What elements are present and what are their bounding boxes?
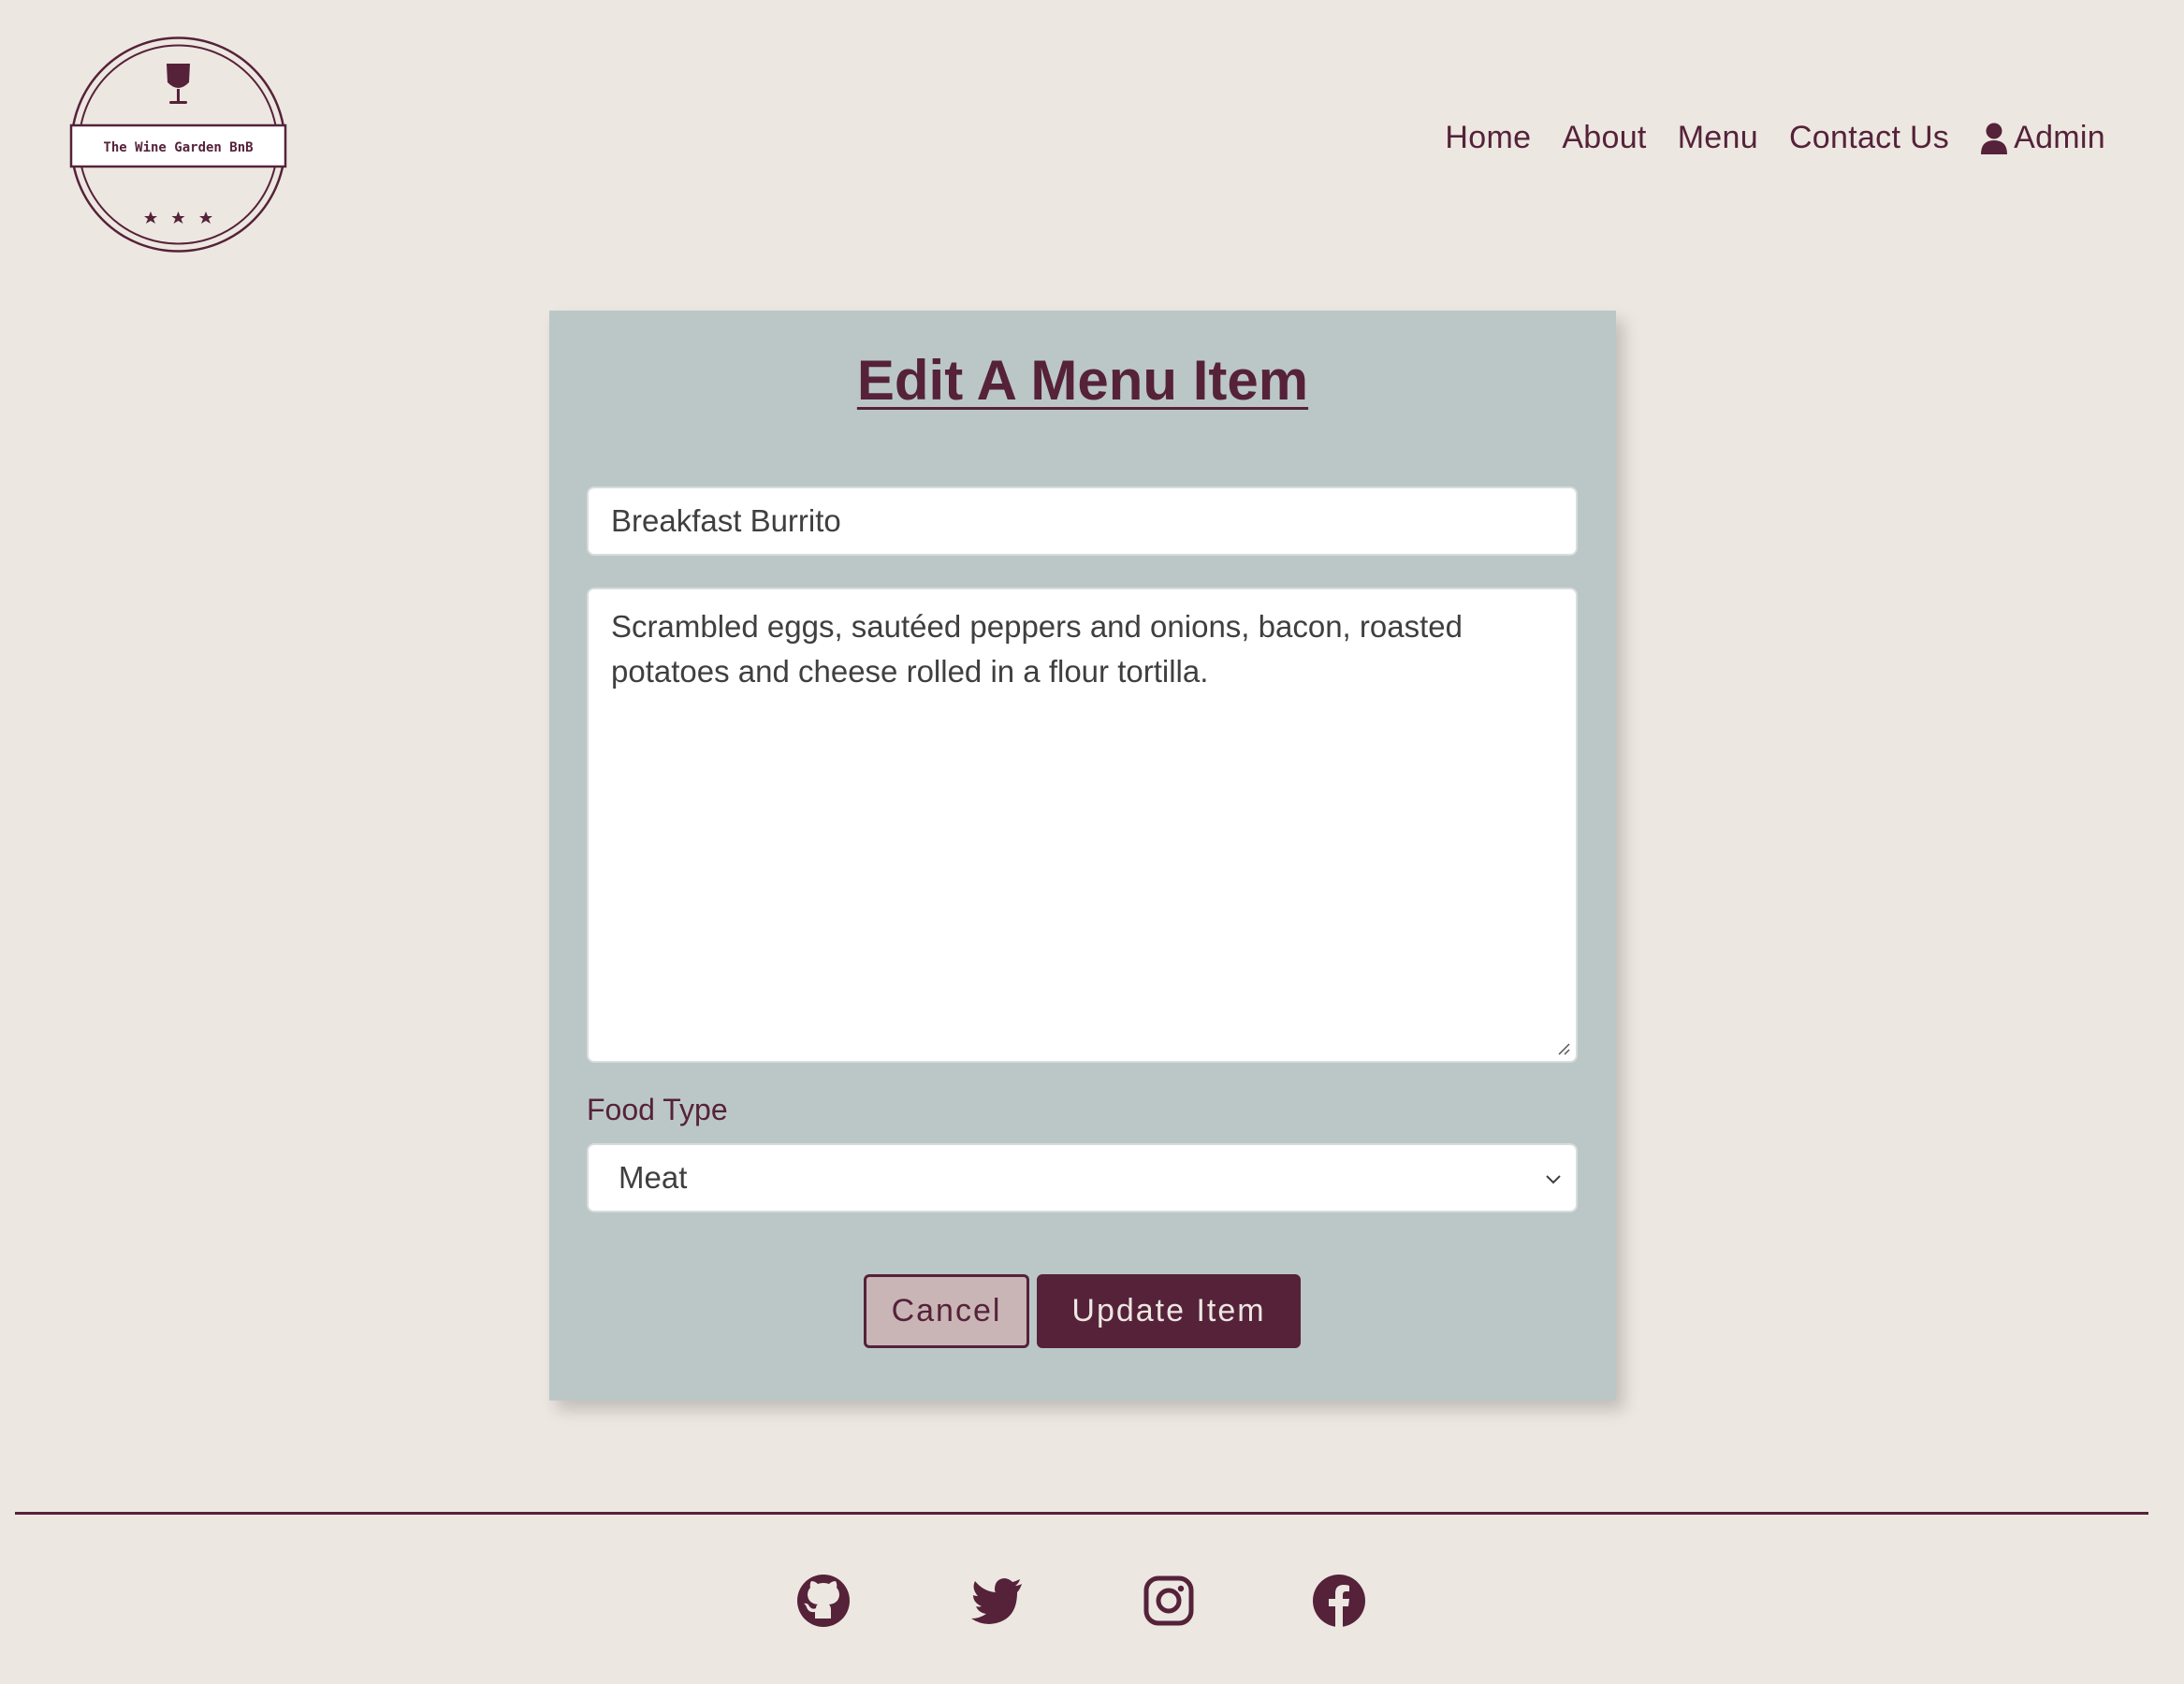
- logo-text: The Wine Garden BnB: [103, 140, 253, 155]
- main-nav: Home About Menu Contact Us Admin: [1445, 120, 2105, 156]
- item-description-text: Scrambled eggs, sautéed peppers and onio…: [611, 609, 1463, 689]
- logo-badge: The Wine Garden BnB: [69, 36, 287, 253]
- page: The Wine Garden BnB Home About Menu Cont…: [0, 0, 2184, 1684]
- stars-icon: [144, 211, 212, 224]
- item-description-textarea[interactable]: Scrambled eggs, sautéed peppers and onio…: [587, 588, 1578, 1063]
- chevron-down-icon: [1546, 1175, 1561, 1184]
- item-name-input[interactable]: Breakfast Burrito: [587, 486, 1578, 556]
- nav-home[interactable]: Home: [1445, 120, 1531, 156]
- food-type-label: Food Type: [587, 1093, 728, 1126]
- twitter-icon: [971, 1578, 1022, 1624]
- facebook-icon: [1313, 1575, 1365, 1627]
- nav-menu[interactable]: Menu: [1678, 120, 1758, 156]
- twitter-link[interactable]: [969, 1574, 1024, 1628]
- nav-contact-us[interactable]: Contact Us: [1789, 120, 1949, 156]
- github-icon: [797, 1575, 850, 1627]
- instagram-icon: [1143, 1575, 1194, 1626]
- edit-menu-item-card: Edit A Menu Item Breakfast Burrito Scram…: [549, 311, 1616, 1401]
- food-type-selected-value: Meat: [619, 1160, 688, 1195]
- nav-admin[interactable]: Admin: [1980, 120, 2105, 156]
- cancel-button[interactable]: Cancel: [864, 1274, 1029, 1348]
- nav-about[interactable]: About: [1562, 120, 1646, 156]
- site-logo[interactable]: The Wine Garden BnB: [69, 36, 287, 254]
- footer-divider: [15, 1512, 2148, 1515]
- user-icon: [1981, 123, 2008, 154]
- food-type-select[interactable]: Meat: [587, 1143, 1578, 1212]
- instagram-link[interactable]: [1142, 1574, 1196, 1628]
- facebook-link[interactable]: [1312, 1574, 1366, 1628]
- page-title: Edit A Menu Item: [856, 349, 1309, 412]
- github-link[interactable]: [796, 1574, 851, 1628]
- resize-grip-icon[interactable]: [1555, 1040, 1570, 1055]
- update-item-button[interactable]: Update Item: [1037, 1274, 1301, 1348]
- wine-glass-icon: [167, 64, 190, 104]
- nav-admin-label: Admin: [2014, 120, 2105, 155]
